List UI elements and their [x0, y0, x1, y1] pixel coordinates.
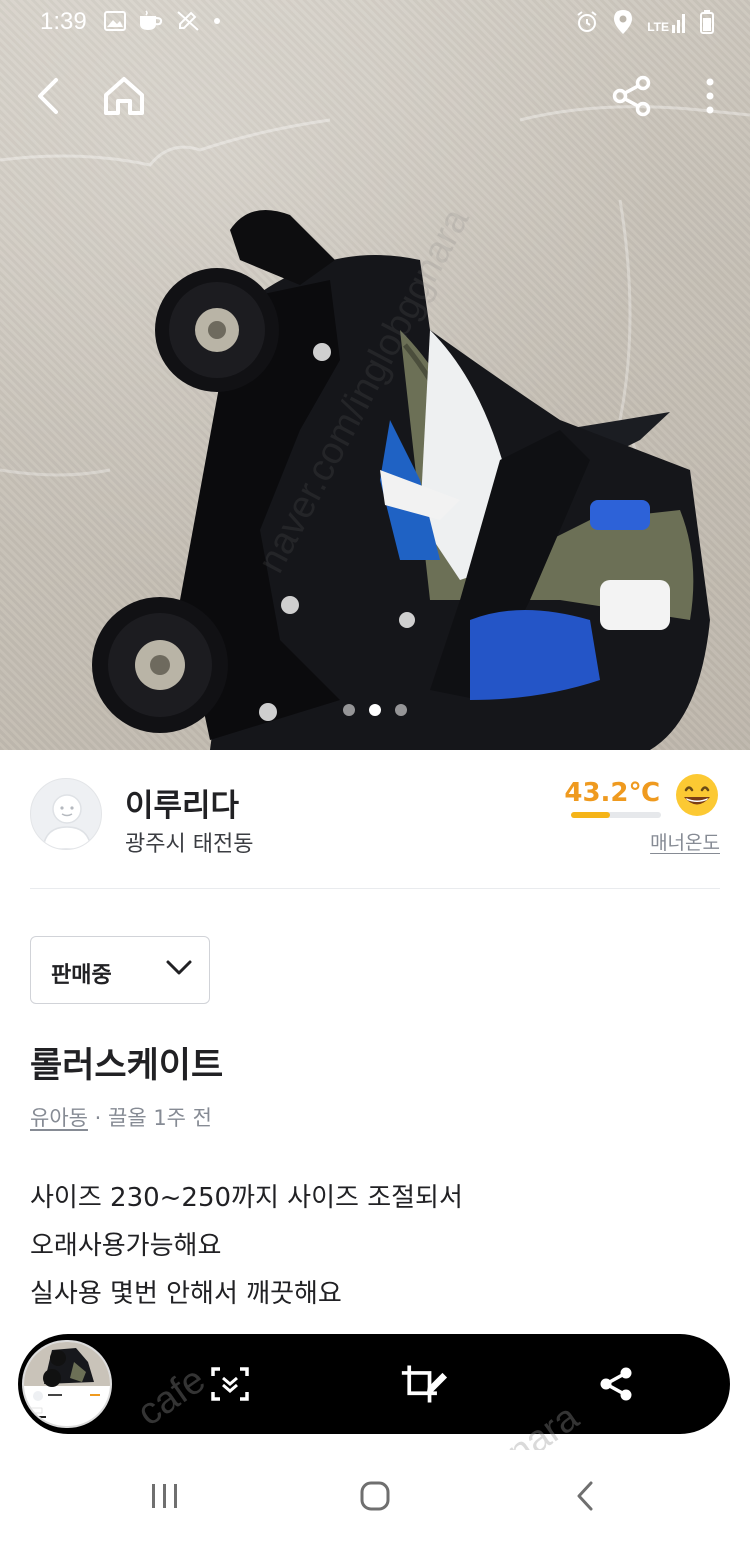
description-line: 오래사용가능해요	[30, 1231, 222, 1261]
back-nav-button[interactable]	[555, 1476, 615, 1516]
crop-edit-button[interactable]	[400, 1360, 448, 1408]
description-line: 실사용 몇번 안해서 깨끗해요	[30, 1279, 342, 1309]
coffee-icon	[140, 10, 163, 30]
back-button[interactable]	[20, 66, 76, 126]
recents-button[interactable]	[135, 1476, 195, 1516]
back-icon	[38, 78, 58, 114]
home-button[interactable]	[96, 66, 152, 126]
description-line: 사이즈 230~250까지 사이즈 조절되서	[30, 1183, 463, 1213]
dot-icon	[214, 18, 220, 24]
share-icon	[600, 1367, 632, 1401]
avatar[interactable]	[30, 778, 102, 850]
crop-edit-icon	[401, 1365, 448, 1403]
status-left-icons	[104, 10, 222, 32]
share-icon	[612, 75, 651, 117]
home-icon	[104, 77, 144, 115]
manner-temperature-bar	[571, 812, 661, 818]
back-icon	[577, 1481, 593, 1511]
grin-face-icon	[676, 774, 718, 816]
carousel-dot-active[interactable]	[369, 704, 381, 716]
scroll-capture-icon	[211, 1367, 249, 1401]
carousel-dot[interactable]	[395, 704, 407, 716]
alarm-icon	[577, 11, 597, 32]
carousel-dot[interactable]	[343, 704, 355, 716]
status-right-icons: LTE	[575, 9, 714, 35]
meta-separator: ·	[87, 1106, 108, 1130]
product-category-link[interactable]: 유아동	[30, 1106, 88, 1130]
product-description: 사이즈 230~250까지 사이즈 조절되서 오래사용가능해요 실사용 몇번 안…	[30, 1178, 720, 1322]
product-time-ago: 끌올 1주 전	[108, 1106, 212, 1130]
app-bar	[0, 66, 750, 126]
share-button[interactable]	[604, 66, 660, 126]
seller-name[interactable]: 이루리다	[125, 780, 239, 825]
manner-temperature-label[interactable]: 매너온도	[650, 828, 720, 855]
screenshot-share-button[interactable]	[592, 1360, 640, 1408]
home-icon	[360, 1481, 390, 1511]
status-bar: 1:39 LTE	[0, 0, 750, 46]
lte-signal-icon: LTE	[647, 11, 686, 33]
seller-location: 광주시 태전동	[125, 832, 254, 857]
more-vertical-icon	[706, 78, 714, 114]
product-title: 롤러스케이트	[30, 1046, 224, 1086]
manner-temperature-fill	[571, 812, 610, 818]
battery-icon	[700, 10, 714, 34]
lte-label: LTE	[647, 20, 669, 34]
sale-status-dropdown[interactable]: 판매중	[30, 936, 210, 1004]
edit-off-icon	[177, 11, 199, 31]
chevron-down-icon	[166, 960, 192, 975]
product-photo-carousel[interactable]: naver.com/inglobggnara 1:39 LTE	[0, 0, 750, 750]
screenshot-toolbar	[18, 1334, 730, 1434]
manner-temperature: 43.2℃	[564, 778, 660, 808]
seller-profile[interactable]: 이루리다 광주시 태전동 43.2℃ 매너온도	[30, 774, 720, 862]
more-button[interactable]	[682, 66, 738, 126]
section-divider	[30, 888, 720, 889]
status-time: 1:39	[40, 8, 87, 35]
system-navigation-bar	[0, 1450, 750, 1541]
image-icon	[104, 11, 126, 31]
scroll-capture-button[interactable]	[206, 1360, 254, 1408]
carousel-indicator	[0, 704, 750, 716]
default-avatar-icon	[42, 794, 92, 849]
home-nav-button[interactable]	[345, 1476, 405, 1516]
product-meta: 유아동 · 끌올 1주 전	[30, 1102, 212, 1132]
thumbnail-preview-image	[24, 1342, 110, 1418]
screenshot-thumbnail[interactable]	[22, 1340, 112, 1428]
location-icon	[614, 10, 633, 34]
recents-icon	[152, 1484, 177, 1508]
sale-status-value: 판매중	[51, 963, 112, 988]
